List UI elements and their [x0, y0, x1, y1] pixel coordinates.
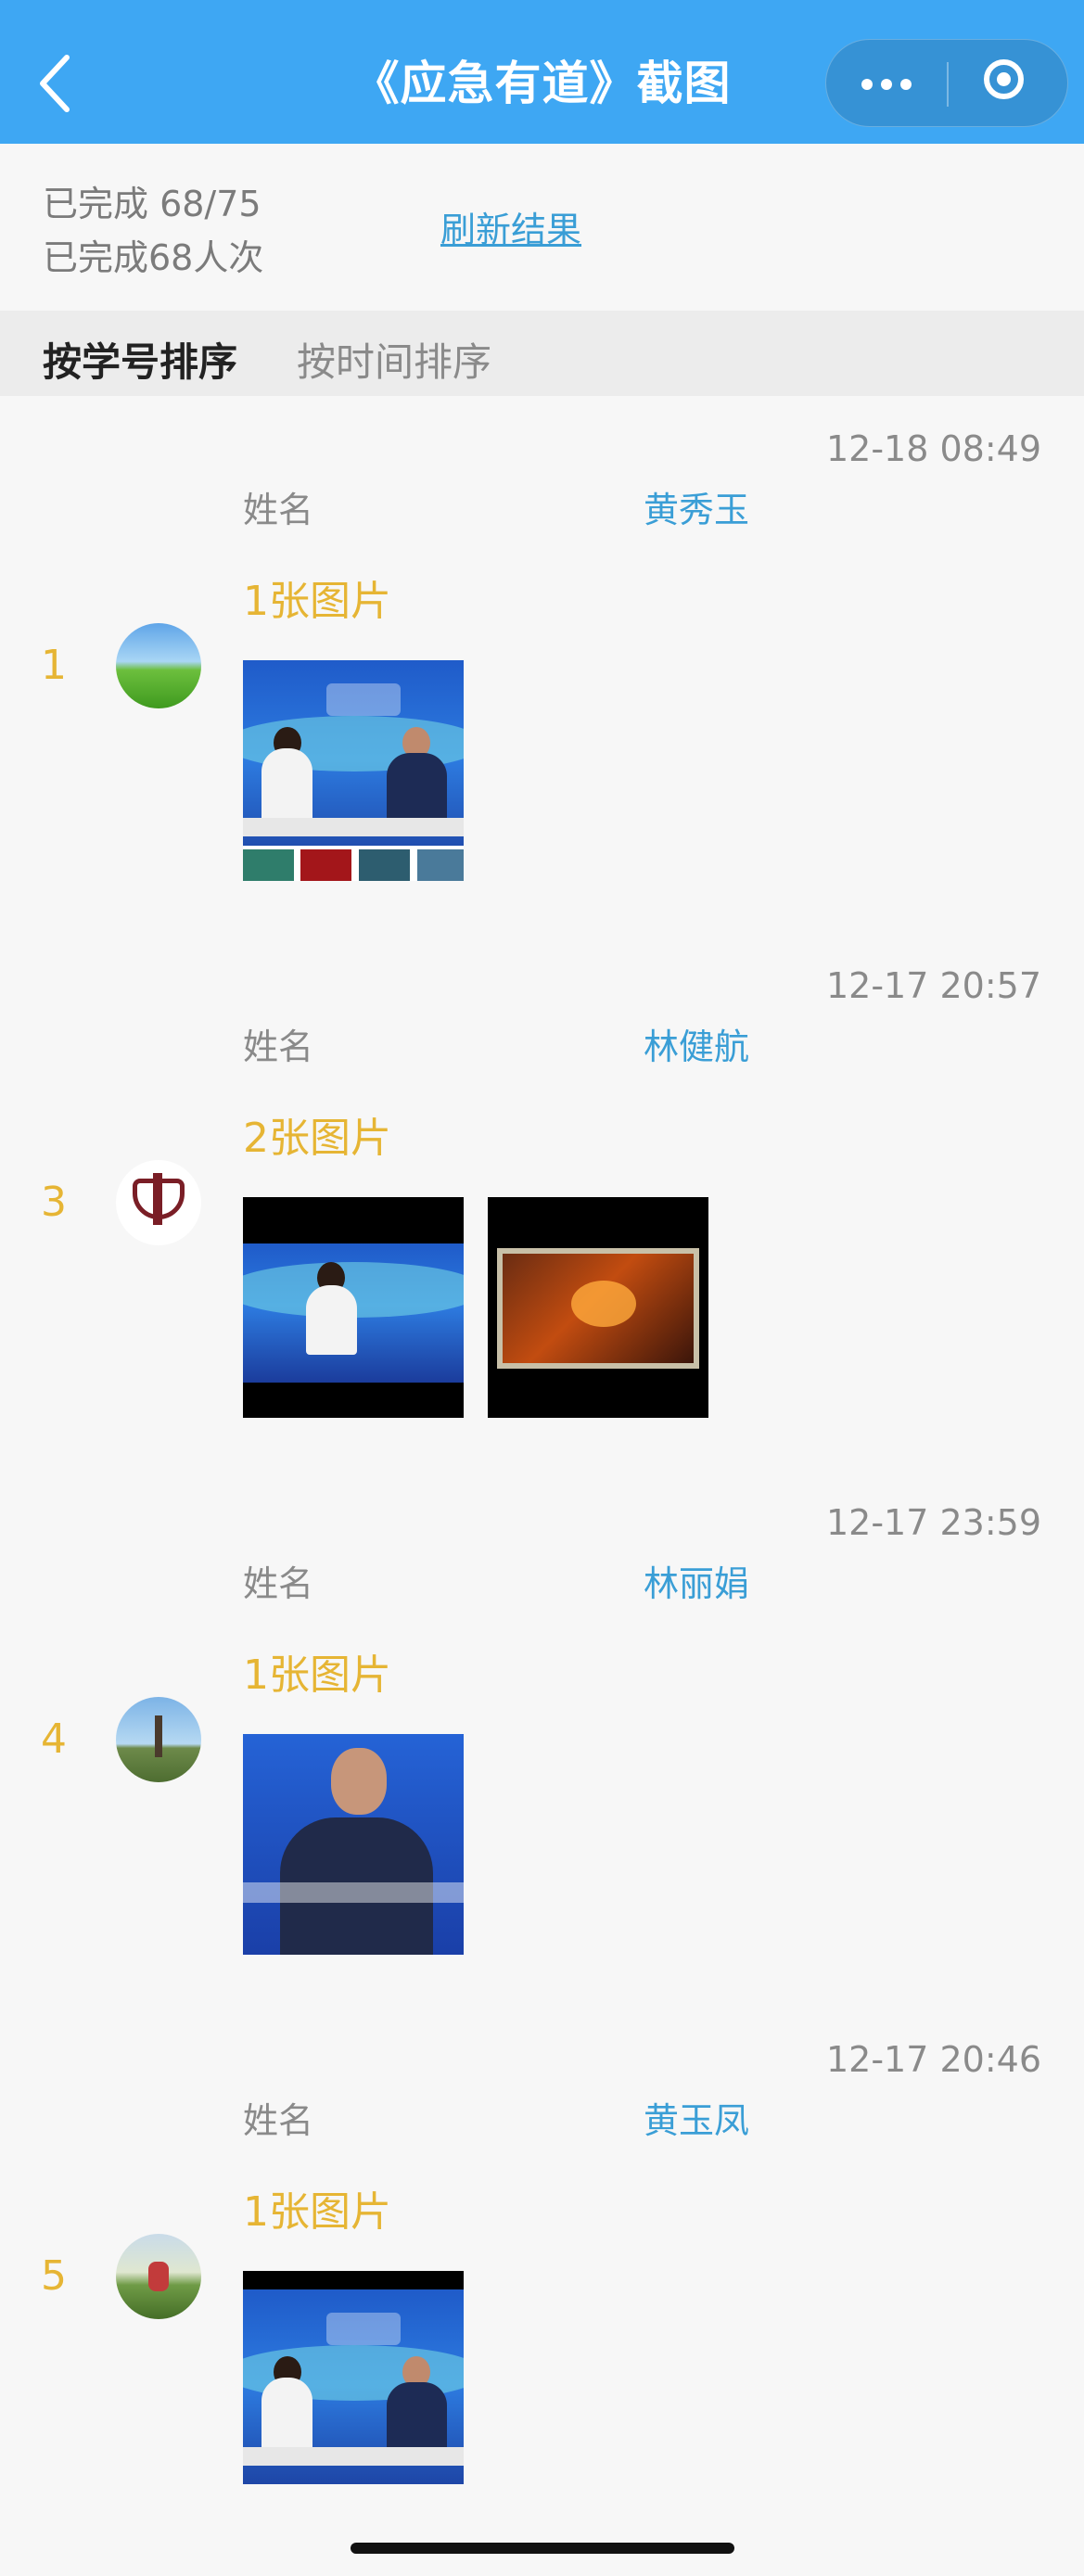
student-number: 5: [41, 2252, 67, 2300]
title-bar: 《应急有道》截图: [0, 0, 1084, 144]
student-name[interactable]: 林丽娟: [644, 1555, 749, 1606]
screenshot-thumbnail[interactable]: [488, 1197, 708, 1418]
screenshot-thumbnail[interactable]: [243, 2271, 464, 2484]
name-label: 姓名: [243, 1027, 314, 1067]
completed-times: 已完成68人次: [43, 237, 264, 278]
list-item: 12-17 20:46 姓名 黄玉凤 1张图片 5: [0, 2007, 1084, 2544]
avatar[interactable]: [116, 1160, 201, 1245]
tab-sort-by-id[interactable]: 按学号排序: [43, 331, 237, 388]
name-label: 姓名: [243, 490, 314, 530]
screenshot-thumbnail[interactable]: [243, 1197, 464, 1418]
student-name[interactable]: 林健航: [644, 1018, 749, 1069]
list-item: 12-18 08:49 姓名 黄秀玉 1张图片 1: [0, 396, 1084, 934]
avatar[interactable]: [116, 623, 201, 708]
image-count: 1张图片: [243, 578, 391, 625]
completed-count: 已完成 68/75: [43, 184, 261, 224]
submit-time: 12-17 20:57: [825, 965, 1041, 1006]
list-item: 12-17 20:57 姓名 林健航 2张图片 3: [0, 933, 1084, 1471]
student-name[interactable]: 黄秀玉: [644, 481, 749, 532]
avatar[interactable]: [116, 1697, 201, 1782]
sort-tabs: 按学号排序 按时间排序: [0, 311, 1084, 396]
screenshot-thumbnail[interactable]: [243, 1734, 464, 1955]
image-count: 2张图片: [243, 1115, 391, 1162]
more-dots-icon[interactable]: [826, 40, 947, 128]
home-indicator: [351, 2543, 734, 2554]
name-label: 姓名: [243, 1563, 314, 1604]
name-label: 姓名: [243, 2100, 314, 2141]
avatar[interactable]: [116, 2234, 201, 2319]
image-count: 1张图片: [243, 1651, 391, 1699]
student-number: 3: [41, 1179, 67, 1226]
student-name[interactable]: 黄玉凤: [644, 2092, 749, 2143]
student-number: 1: [41, 642, 67, 689]
completion-summary: 已完成 68/75 已完成68人次 刷新结果: [0, 144, 1084, 311]
submit-time: 12-17 20:46: [825, 2039, 1041, 2080]
screenshot-thumbnail[interactable]: [243, 660, 464, 881]
mini-program-capsule: [825, 39, 1068, 127]
target-close-icon[interactable]: [949, 40, 1069, 128]
tab-sort-by-time[interactable]: 按时间排序: [297, 331, 491, 388]
submit-time: 12-17 23:59: [825, 1502, 1041, 1543]
image-count: 1张图片: [243, 2188, 391, 2236]
student-number: 4: [41, 1715, 67, 1763]
submit-time: 12-18 08:49: [825, 428, 1041, 469]
refresh-results-link[interactable]: 刷新结果: [440, 201, 581, 252]
list-item: 12-17 23:59 姓名 林丽娟 1张图片 4: [0, 1470, 1084, 2008]
